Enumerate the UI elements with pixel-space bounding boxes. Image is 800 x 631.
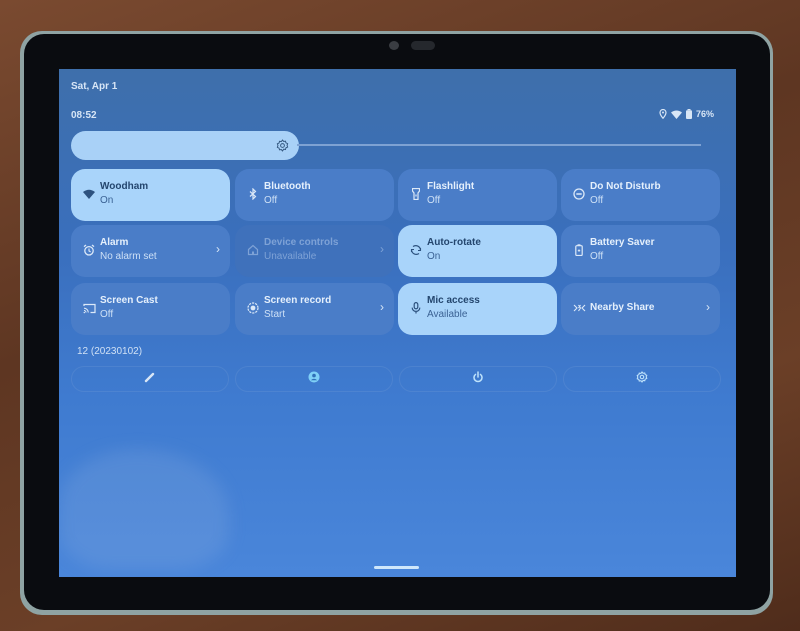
tile-nearby-share[interactable]: Nearby Share › bbox=[561, 283, 720, 335]
nearby-share-icon bbox=[572, 301, 586, 315]
tile-screen-record[interactable]: Screen record Start › bbox=[235, 283, 394, 335]
tile-label: Device controls bbox=[264, 237, 339, 248]
tile-label: Mic access bbox=[427, 295, 480, 306]
tile-state: On bbox=[427, 251, 441, 262]
battery-saver-icon bbox=[572, 243, 586, 257]
tile-screen-cast[interactable]: Screen Cast Off bbox=[71, 283, 230, 335]
do-not-disturb-icon bbox=[572, 187, 586, 201]
tile-state: No alarm set bbox=[100, 251, 157, 262]
chevron-right-icon: › bbox=[380, 300, 384, 314]
tile-label: Nearby Share bbox=[590, 302, 655, 313]
status-icons: 76% bbox=[659, 109, 714, 119]
bluetooth-icon bbox=[246, 187, 260, 201]
tile-auto-rotate[interactable]: Auto-rotate On bbox=[398, 225, 557, 277]
flashlight-icon bbox=[409, 187, 423, 201]
tile-device-controls[interactable]: Device controls Unavailable › bbox=[235, 225, 394, 277]
brightness-settings-icon bbox=[276, 139, 289, 157]
wifi-icon bbox=[82, 187, 96, 201]
mic-icon bbox=[409, 301, 423, 315]
edit-button[interactable] bbox=[71, 366, 229, 392]
alarm-icon bbox=[82, 243, 96, 257]
quick-settings-screen: Sat, Apr 1 08:52 76% Woodham On Bluetooth O… bbox=[59, 69, 736, 577]
tile-state: Off bbox=[590, 251, 604, 262]
tile-state: Unavailable bbox=[264, 251, 317, 262]
tile-do-not-disturb[interactable]: Do Not Disturb Off bbox=[561, 169, 720, 221]
tile-state: Start bbox=[264, 309, 286, 320]
screen-glare bbox=[59, 449, 229, 569]
tile-label: Auto-rotate bbox=[427, 237, 481, 248]
tile-state: Off bbox=[100, 309, 114, 320]
tile-state: Off bbox=[590, 195, 604, 206]
tile-label: Flashlight bbox=[427, 181, 475, 192]
tile-state: Available bbox=[427, 309, 468, 320]
tile-label: Screen record bbox=[264, 295, 332, 306]
cast-icon bbox=[82, 301, 96, 315]
tile-label: Do Not Disturb bbox=[590, 181, 661, 192]
tile-battery-saver[interactable]: Battery Saver Off bbox=[561, 225, 720, 277]
build-number[interactable]: 12 (20230102) bbox=[77, 346, 142, 357]
chevron-right-icon: › bbox=[380, 242, 384, 256]
tile-label: Screen Cast bbox=[100, 295, 158, 306]
power-button[interactable] bbox=[399, 366, 557, 392]
tile-label: Bluetooth bbox=[264, 181, 311, 192]
battery-percent: 76% bbox=[695, 109, 714, 119]
tile-woodham[interactable]: Woodham On bbox=[71, 169, 230, 221]
chevron-right-icon: › bbox=[706, 300, 710, 314]
location-icon bbox=[659, 109, 667, 119]
wifi-icon bbox=[670, 110, 682, 119]
brightness-slider[interactable] bbox=[71, 131, 299, 160]
user-button[interactable] bbox=[235, 366, 393, 392]
power-icon bbox=[472, 370, 484, 388]
settings-button[interactable] bbox=[563, 366, 721, 392]
clock[interactable]: 08:52 bbox=[71, 110, 97, 121]
home-icon bbox=[246, 243, 260, 257]
brightness-track[interactable] bbox=[297, 144, 701, 146]
date-label: Sat, Apr 1 bbox=[71, 81, 118, 92]
tile-bluetooth[interactable]: Bluetooth Off bbox=[235, 169, 394, 221]
front-camera bbox=[389, 41, 399, 50]
tile-label: Woodham bbox=[100, 181, 149, 192]
home-gesture-handle[interactable] bbox=[374, 566, 419, 569]
tile-mic-access[interactable]: Mic access Available bbox=[398, 283, 557, 335]
screen-record-icon bbox=[246, 301, 260, 315]
user-icon bbox=[308, 370, 320, 388]
pencil-icon bbox=[144, 370, 156, 388]
gear-icon bbox=[636, 370, 648, 388]
tile-flashlight[interactable]: Flashlight Off bbox=[398, 169, 557, 221]
battery-icon bbox=[685, 109, 692, 119]
rotate-icon bbox=[409, 243, 423, 257]
light-sensor bbox=[411, 41, 435, 50]
tile-state: Off bbox=[264, 195, 278, 206]
tile-label: Battery Saver bbox=[590, 237, 655, 248]
tile-label: Alarm bbox=[100, 237, 129, 248]
tile-state: Off bbox=[427, 195, 441, 206]
tile-alarm[interactable]: Alarm No alarm set › bbox=[71, 225, 230, 277]
tile-state: On bbox=[100, 195, 114, 206]
chevron-right-icon: › bbox=[216, 242, 220, 256]
